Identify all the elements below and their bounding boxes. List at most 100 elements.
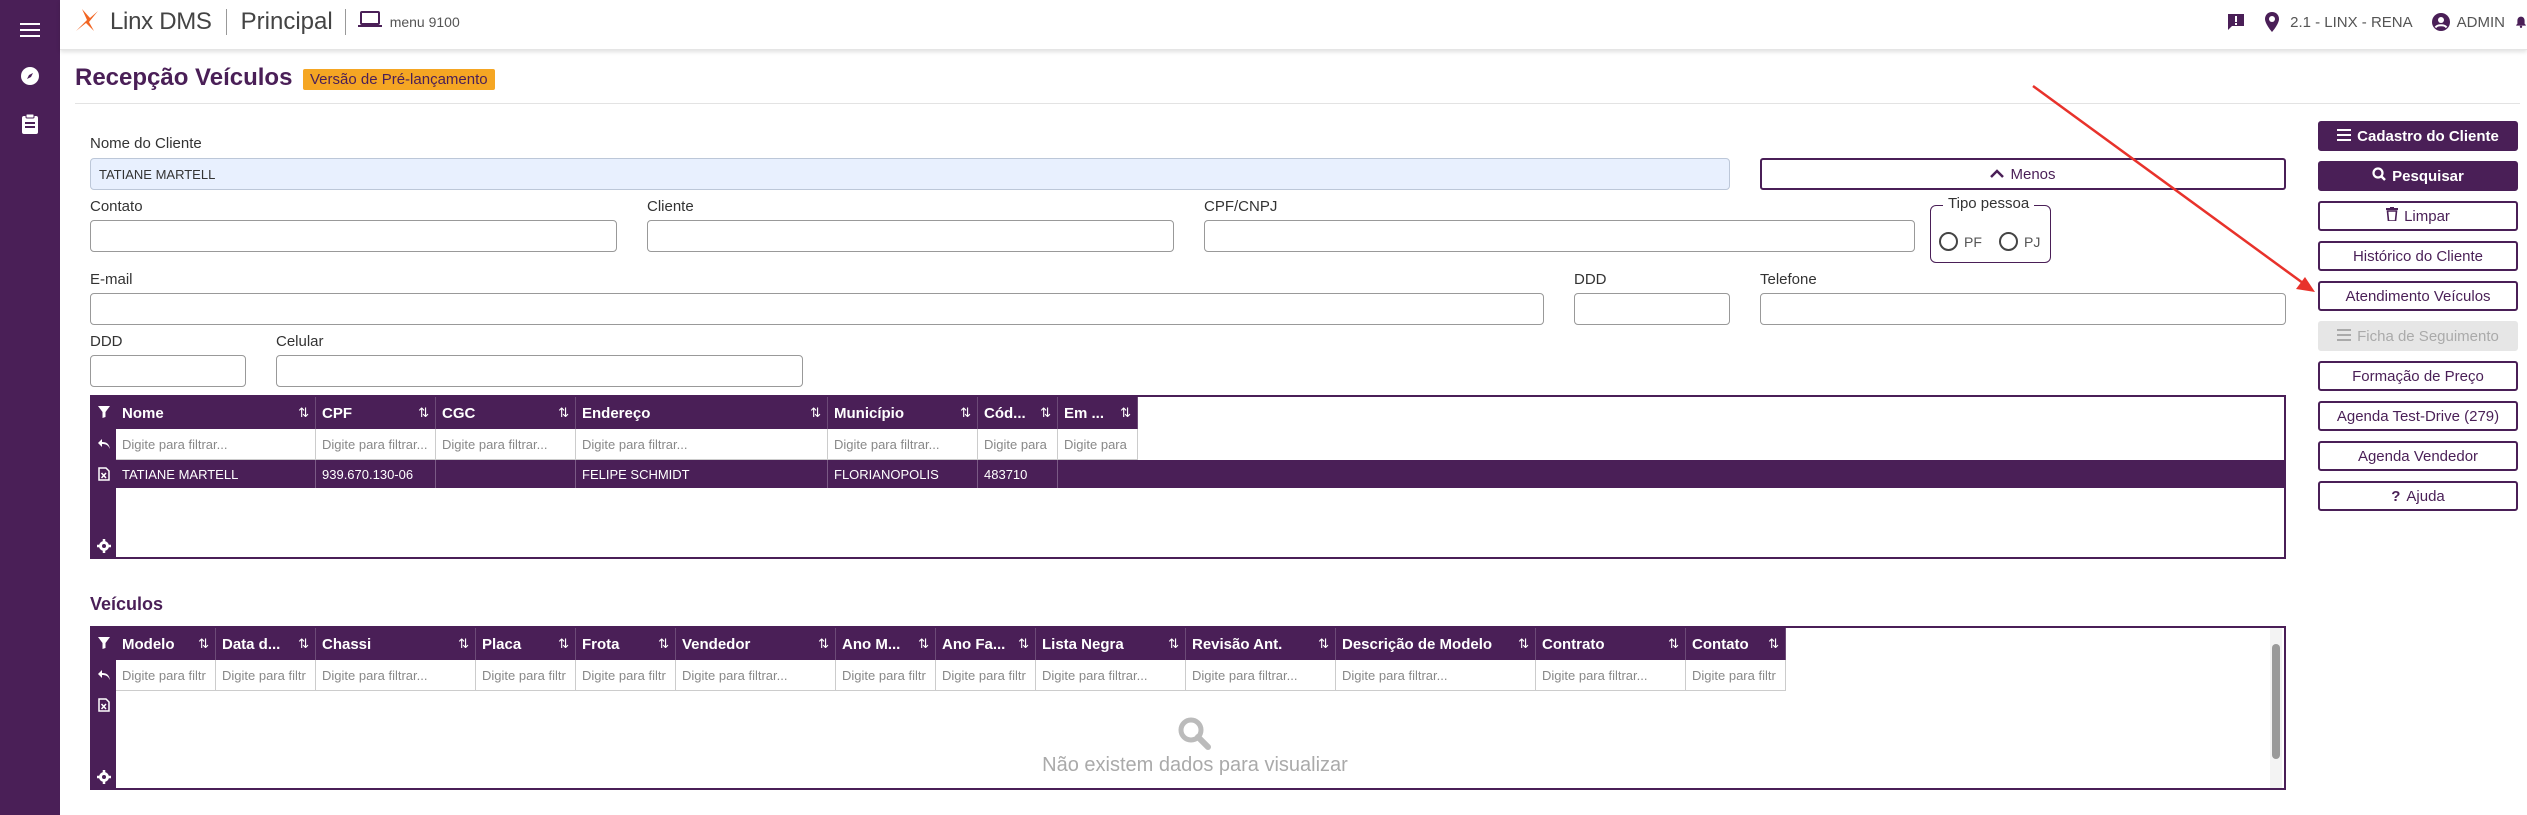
col-header-municipio[interactable]: Município ⇅ xyxy=(828,397,978,429)
email-field[interactable] xyxy=(90,293,1544,325)
filter-input-modelo[interactable]: Digite para filtr xyxy=(116,660,216,691)
filter-input-em[interactable]: Digite para xyxy=(1058,429,1138,460)
filter-input-contato[interactable]: Digite para filtr xyxy=(1686,660,1786,691)
telefone-field[interactable] xyxy=(1760,293,2286,325)
col-header-cod[interactable]: Cód... ⇅ xyxy=(978,397,1058,429)
settings-gear-icon[interactable] xyxy=(96,770,112,786)
filter-input-frota[interactable]: Digite para filtr xyxy=(576,660,676,691)
sort-icon[interactable]: ⇅ xyxy=(1318,636,1329,652)
location-label[interactable]: 2.1 - LINX - RENA xyxy=(2290,14,2413,31)
filter-input-revisao[interactable]: Digite para filtrar... xyxy=(1186,660,1336,691)
atendimento-veiculos-button[interactable]: Atendimento Veículos xyxy=(2318,281,2518,311)
filter-input-contrato[interactable]: Digite para filtrar... xyxy=(1536,660,1686,691)
col-header-modelo[interactable]: Modelo ⇅ xyxy=(116,628,216,660)
feedback-icon[interactable] xyxy=(2226,12,2246,32)
sort-icon[interactable]: ⇅ xyxy=(1018,636,1029,652)
sort-icon[interactable]: ⇅ xyxy=(298,636,309,652)
filter-input-placa[interactable]: Digite para filtr xyxy=(476,660,576,691)
sort-icon[interactable]: ⇅ xyxy=(918,636,929,652)
agenda-test-drive-button[interactable]: Agenda Test-Drive (279) xyxy=(2318,401,2518,431)
celular-field[interactable] xyxy=(276,355,803,387)
filter-input-ano-modelo[interactable]: Digite para filtr xyxy=(836,660,936,691)
contato-field[interactable] xyxy=(90,220,617,252)
agenda-vendedor-button[interactable]: Agenda Vendedor xyxy=(2318,441,2518,471)
sort-icon[interactable]: ⇅ xyxy=(1668,636,1679,652)
col-header-descricao[interactable]: Descrição de Modelo ⇅ xyxy=(1336,628,1536,660)
col-header-cpf[interactable]: CPF ⇅ xyxy=(316,397,436,429)
col-header-cgc[interactable]: CGC ⇅ xyxy=(436,397,576,429)
col-header-chassi[interactable]: Chassi ⇅ xyxy=(316,628,476,660)
col-header-frota[interactable]: Frota ⇅ xyxy=(576,628,676,660)
sort-icon[interactable]: ⇅ xyxy=(558,405,569,421)
col-header-vendedor[interactable]: Vendedor ⇅ xyxy=(676,628,836,660)
sort-icon[interactable]: ⇅ xyxy=(960,405,971,421)
col-header-em[interactable]: Em ... ⇅ xyxy=(1058,397,1138,429)
sort-icon[interactable]: ⇅ xyxy=(1518,636,1529,652)
export-excel-icon[interactable] xyxy=(96,698,112,714)
settings-gear-icon[interactable] xyxy=(96,539,112,555)
sort-icon[interactable]: ⇅ xyxy=(1168,636,1179,652)
app-name[interactable]: Linx DMS xyxy=(110,8,212,36)
filter-icon[interactable] xyxy=(96,405,112,421)
filter-input-cod[interactable]: Digite para xyxy=(978,429,1058,460)
limpar-button[interactable]: Limpar xyxy=(2318,201,2518,231)
col-header-contrato[interactable]: Contrato ⇅ xyxy=(1536,628,1686,660)
col-header-data[interactable]: Data d... ⇅ xyxy=(216,628,316,660)
pesquisar-button[interactable]: Pesquisar xyxy=(2318,161,2518,191)
sort-icon[interactable]: ⇅ xyxy=(418,405,429,421)
export-excel-icon[interactable] xyxy=(96,467,112,483)
col-header-revisao[interactable]: Revisão Ant. ⇅ xyxy=(1186,628,1336,660)
sort-icon[interactable]: ⇅ xyxy=(298,405,309,421)
filter-input-endereco[interactable]: Digite para filtrar... xyxy=(576,429,828,460)
col-header-endereco[interactable]: Endereço ⇅ xyxy=(576,397,828,429)
sort-icon[interactable]: ⇅ xyxy=(198,636,209,652)
ajuda-button[interactable]: ? Ajuda xyxy=(2318,481,2518,511)
col-header-nome[interactable]: Nome ⇅ xyxy=(116,397,316,429)
undo-icon[interactable] xyxy=(96,437,112,453)
vehicles-grid-scrollbar[interactable] xyxy=(2270,628,2282,788)
compass-icon[interactable] xyxy=(12,58,48,94)
clipboard-icon[interactable] xyxy=(12,106,48,142)
sort-icon[interactable]: ⇅ xyxy=(458,636,469,652)
pf-radio[interactable] xyxy=(1939,232,1958,251)
sort-icon[interactable]: ⇅ xyxy=(658,636,669,652)
user-label[interactable]: ADMIN xyxy=(2457,14,2505,31)
scrollbar-thumb[interactable] xyxy=(2272,644,2280,759)
ddd-celular-field[interactable] xyxy=(90,355,246,387)
sort-icon[interactable]: ⇅ xyxy=(1040,405,1051,421)
formacao-preco-button[interactable]: Formação de Preço xyxy=(2318,361,2518,391)
ddd-telefone-field[interactable] xyxy=(1574,293,1730,325)
filter-input-descricao[interactable]: Digite para filtrar... xyxy=(1336,660,1536,691)
filter-input-ano-fabricacao[interactable]: Digite para filtr xyxy=(936,660,1036,691)
nome-cliente-field[interactable]: TATIANE MARTELL xyxy=(90,158,1730,190)
sort-icon[interactable]: ⇅ xyxy=(558,636,569,652)
filter-input-cpf[interactable]: Digite para filtrar... xyxy=(316,429,436,460)
sort-icon[interactable]: ⇅ xyxy=(818,636,829,652)
pj-radio[interactable] xyxy=(1999,232,2018,251)
filter-input-nome[interactable]: Digite para filtrar... xyxy=(116,429,316,460)
col-header-lista-negra[interactable]: Lista Negra ⇅ xyxy=(1036,628,1186,660)
cpf-cnpj-field[interactable] xyxy=(1204,220,1915,252)
sort-icon[interactable]: ⇅ xyxy=(810,405,821,421)
undo-icon[interactable] xyxy=(96,668,112,684)
filter-input-municipio[interactable]: Digite para filtrar... xyxy=(828,429,978,460)
bell-icon[interactable] xyxy=(2515,11,2527,33)
col-header-ano-modelo[interactable]: Ano M... ⇅ xyxy=(836,628,936,660)
filter-input-lista-negra[interactable]: Digite para filtrar... xyxy=(1036,660,1186,691)
filter-input-chassi[interactable]: Digite para filtrar... xyxy=(316,660,476,691)
filter-icon[interactable] xyxy=(96,636,112,652)
filter-input-vendedor[interactable]: Digite para filtrar... xyxy=(676,660,836,691)
historico-cliente-button[interactable]: Histórico do Cliente xyxy=(2318,241,2518,271)
sort-icon[interactable]: ⇅ xyxy=(1768,636,1779,652)
col-header-placa[interactable]: Placa ⇅ xyxy=(476,628,576,660)
cadastro-cliente-button[interactable]: Cadastro do Cliente xyxy=(2318,121,2518,151)
menu-icon[interactable] xyxy=(12,12,48,48)
col-header-contato[interactable]: Contato ⇅ xyxy=(1686,628,1786,660)
table-row[interactable]: TATIANE MARTELL 939.670.130-06 FELIPE SC… xyxy=(116,460,2286,488)
col-header-ano-fabricacao[interactable]: Ano Fa... ⇅ xyxy=(936,628,1036,660)
sort-icon[interactable]: ⇅ xyxy=(1120,405,1131,421)
pf-radio-option[interactable]: PF xyxy=(1939,232,1982,251)
filter-input-cgc[interactable]: Digite para filtrar... xyxy=(436,429,576,460)
filter-input-data[interactable]: Digite para filtr xyxy=(216,660,316,691)
cliente-field[interactable] xyxy=(647,220,1174,252)
